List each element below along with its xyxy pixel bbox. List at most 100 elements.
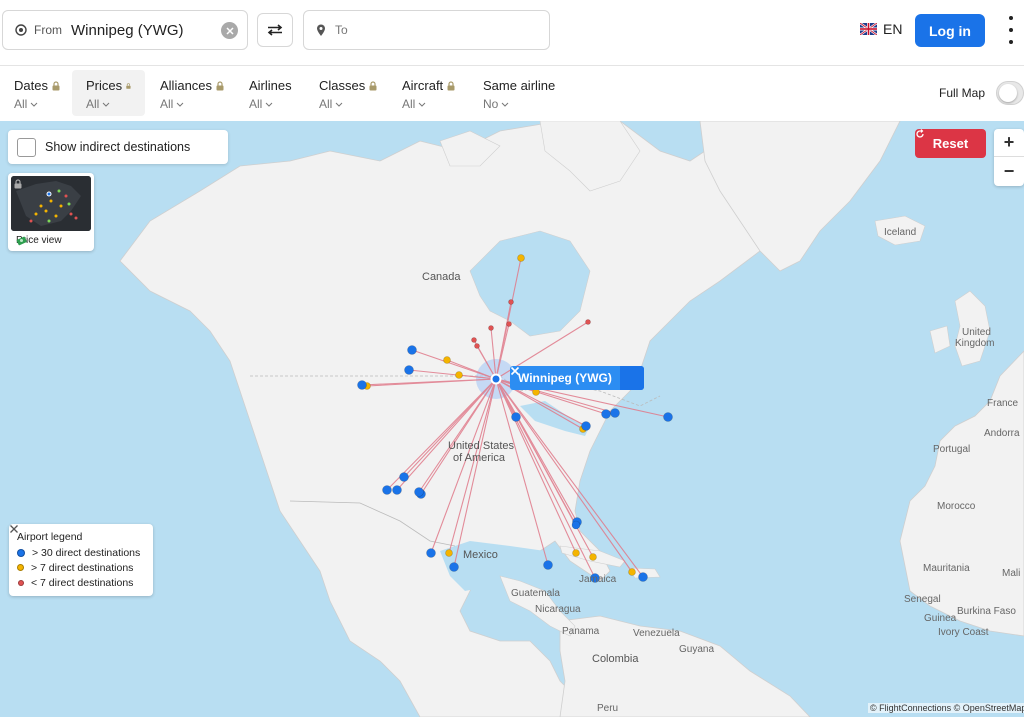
reset-label: Reset (932, 136, 969, 151)
legend-label: > 30 direct destinations (32, 546, 141, 559)
from-input[interactable]: From Winnipeg (YWG) (2, 10, 248, 50)
zoom-out-button[interactable]: − (994, 157, 1024, 185)
airport-marker[interactable] (392, 485, 402, 495)
airport-marker[interactable] (601, 409, 611, 419)
filter-prices[interactable]: Prices All (72, 70, 145, 116)
place-label: Iceland (884, 227, 917, 238)
filter-alliances[interactable]: Alliances All (146, 70, 238, 116)
from-value[interactable]: Winnipeg (YWG) (71, 22, 184, 39)
price-view-button[interactable]: Price view (8, 173, 94, 251)
deselect-airport-button[interactable] (510, 366, 644, 390)
airport-marker[interactable] (508, 299, 514, 305)
place-label: Venezuela (633, 628, 680, 639)
route-map[interactable]: Canada United States of America Mexico G… (0, 121, 1024, 717)
airport-marker[interactable] (404, 365, 414, 375)
airport-marker[interactable] (455, 371, 463, 379)
to-input[interactable]: To (303, 10, 550, 50)
chevron-down-icon (335, 102, 343, 107)
airport-marker[interactable] (517, 254, 525, 262)
more-menu-button[interactable] (1003, 16, 1019, 44)
filter-title: Prices (86, 78, 123, 93)
place-label: Senegal (904, 594, 941, 605)
filter-airlines[interactable]: Airlines All (235, 70, 306, 116)
filter-title: Alliances (160, 78, 213, 93)
airport-marker[interactable] (357, 380, 367, 390)
airport-marker[interactable] (382, 485, 392, 495)
airport-marker[interactable] (572, 549, 580, 557)
lock-icon (369, 80, 377, 90)
filter-classes[interactable]: Classes All (305, 70, 391, 116)
reset-button[interactable]: Reset (915, 129, 986, 158)
place-label: Jamaica (579, 574, 617, 585)
airport-marker[interactable] (414, 487, 424, 497)
toggle-knob (999, 84, 1017, 102)
chevron-down-icon (176, 102, 184, 107)
filter-dates[interactable]: Dates All (0, 70, 74, 116)
map-attribution[interactable]: © FlightConnections © OpenStreetMap (868, 703, 1024, 713)
filter-aircraft[interactable]: Aircraft All (388, 70, 469, 116)
place-label: Guinea (924, 613, 957, 624)
price-view-thumbnail (11, 176, 91, 231)
airport-marker[interactable] (543, 560, 553, 570)
place-label: Canada (422, 271, 461, 283)
airport-marker[interactable] (488, 325, 494, 331)
airport-marker[interactable] (628, 568, 636, 576)
lock-icon (14, 179, 22, 189)
airport-marker[interactable] (445, 549, 453, 557)
close-icon (225, 26, 234, 35)
show-indirect-toggle[interactable]: Show indirect destinations (8, 130, 228, 164)
login-button[interactable]: Log in (915, 14, 985, 47)
ireland-land (929, 325, 951, 354)
hub-airport-marker[interactable] (490, 373, 502, 385)
airport-marker[interactable] (581, 421, 591, 431)
airport-marker[interactable] (449, 562, 459, 572)
show-indirect-checkbox[interactable] (17, 137, 36, 157)
full-map-toggle[interactable] (996, 81, 1024, 105)
filter-title: Airlines (249, 78, 292, 93)
legend-title: Airport legend (17, 531, 83, 543)
airport-marker[interactable] (610, 408, 620, 418)
place-label: United States (448, 440, 515, 452)
place-label: Colombia (592, 653, 639, 665)
more-dot (1009, 16, 1013, 20)
airport-marker[interactable] (474, 343, 480, 349)
airport-marker[interactable] (471, 337, 477, 343)
place-label: Portugal (933, 444, 971, 455)
language-selector[interactable]: EN (860, 21, 902, 37)
airport-marker[interactable] (506, 321, 512, 327)
filter-value: All (319, 97, 333, 111)
airport-marker[interactable] (589, 553, 597, 561)
airport-marker[interactable] (443, 356, 451, 364)
zoom-in-button[interactable]: + (994, 129, 1024, 157)
clear-from-button[interactable] (221, 22, 238, 39)
filter-title: Dates (14, 78, 48, 93)
place-label: Kingdom (955, 338, 995, 349)
airport-marker[interactable] (585, 319, 591, 325)
swap-button[interactable] (257, 13, 293, 47)
airport-marker[interactable] (399, 472, 409, 482)
location-pin-icon (317, 24, 325, 36)
language-code: EN (883, 21, 903, 37)
price-map-thumbnail-icon (11, 176, 91, 231)
airport-marker[interactable] (407, 345, 417, 355)
selected-airport-name: Winnipeg (YWG) (518, 371, 612, 385)
filter-title: Classes (319, 78, 366, 93)
close-legend-icon[interactable] (9, 524, 19, 534)
place-label: Ivory Coast (938, 627, 989, 638)
filter-same-airline[interactable]: Same airline No (469, 70, 569, 116)
airport-marker[interactable] (426, 548, 436, 558)
airport-marker[interactable] (511, 412, 521, 422)
chevron-down-icon (102, 102, 110, 107)
lock-icon (126, 82, 131, 89)
airport-marker[interactable] (663, 412, 673, 422)
legend-dot (17, 548, 25, 557)
airport-marker[interactable] (638, 572, 648, 582)
legend-item: < 7 direct destinations (17, 575, 145, 590)
selected-airport-tooltip: Winnipeg (YWG) (510, 366, 644, 390)
show-indirect-label: Show indirect destinations (45, 140, 191, 154)
place-label: Mauritania (923, 563, 970, 574)
filter-bar: Dates All Prices All Alliances All Airli… (0, 66, 1024, 121)
airport-legend: Airport legend > 30 direct destinations … (9, 524, 153, 596)
legend-item: > 7 direct destinations (17, 560, 145, 575)
airport-marker[interactable] (571, 520, 581, 530)
